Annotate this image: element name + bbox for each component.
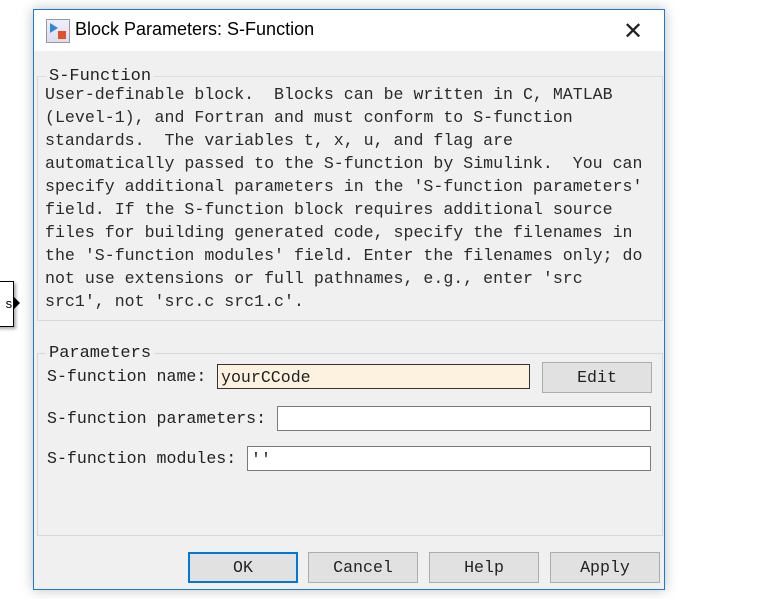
sfunction-modules-label: S-function modules: (47, 449, 237, 468)
cancel-button[interactable]: Cancel (308, 552, 418, 583)
sfunction-parameters-label: S-function parameters: (47, 409, 267, 428)
edit-button[interactable]: Edit (542, 362, 652, 393)
title-bar[interactable]: Block Parameters: S-Function ✕ (34, 10, 664, 51)
parameters-group-title: Parameters (49, 344, 152, 363)
background-simulink-block: si (0, 281, 15, 327)
ok-button[interactable]: OK (188, 552, 298, 583)
help-button[interactable]: Help (429, 552, 539, 583)
description-text: User-definable block. Blocks can be writ… (45, 85, 643, 311)
apply-button[interactable]: Apply (550, 552, 660, 583)
sfunction-modules-input[interactable]: '' (247, 446, 651, 471)
block-parameters-dialog: Block Parameters: S-Function ✕ S-Functio… (33, 9, 665, 590)
sfunction-parameters-input[interactable] (277, 406, 651, 431)
dialog-title: Block Parameters: S-Function (75, 19, 315, 39)
close-icon[interactable]: ✕ (620, 18, 646, 44)
sfunction-name-input[interactable]: yourCCode (217, 364, 530, 389)
output-port-icon (13, 296, 20, 310)
sfunction-block-icon (46, 19, 70, 43)
sfunction-name-label: S-function name: (47, 367, 207, 386)
